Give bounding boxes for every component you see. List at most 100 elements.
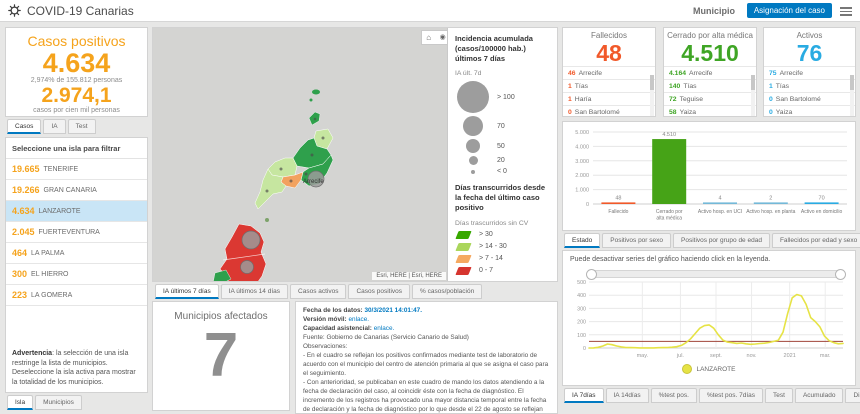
activos-card: Activos 76 75 Arrecife 1 Tías 0 San Bartolo… — [763, 27, 856, 117]
list-item: 1 Tías — [764, 79, 855, 92]
svg-text:48: 48 — [615, 195, 621, 201]
svg-text:Activo en domicilio: Activo en domicilio — [801, 209, 843, 215]
legend-ia-title: Incidencia acumulada (casos/100000 hab.)… — [455, 34, 533, 63]
tab-positivos-edad[interactable]: Positivos por grupo de edad — [673, 233, 770, 248]
observations-label: Observaciones: — [303, 342, 348, 350]
svg-text:1.000: 1.000 — [575, 188, 589, 194]
virus-icon[interactable]: ◉ — [440, 32, 446, 43]
list-item: 58 Yaiza — [664, 105, 756, 116]
svg-text:4.510: 4.510 — [662, 132, 676, 138]
tab-test-pos-7dias[interactable]: %test pos. 7días — [698, 388, 764, 403]
tab-casos-positivos[interactable]: Casos positivos — [348, 284, 411, 299]
list-item: 75 Arrecife — [764, 66, 855, 79]
tab-ia[interactable]: IA — [43, 119, 66, 134]
tab-test-pos[interactable]: %test pos. — [650, 388, 697, 403]
series-legend[interactable]: LANZAROTE — [563, 364, 855, 374]
color-swatch — [455, 254, 472, 263]
tab-fallecidos-edad-sexo[interactable]: Fallecidos por edad y sexo — [771, 233, 860, 248]
tab-casos[interactable]: Casos — [7, 119, 42, 134]
tab-positivos-sexo[interactable]: Positivos por sexo — [602, 233, 671, 248]
app-title: COVID-19 Canarias — [27, 3, 134, 18]
mobile-version-link[interactable]: enlace. — [348, 316, 369, 323]
legend-hint: Puede desactivar series del gráfico haci… — [570, 256, 771, 263]
svg-text:500: 500 — [577, 280, 586, 286]
map-panel[interactable]: Arrecife ⌂ ◉ Esri, HERE | Esri, HERE Inc… — [152, 27, 558, 282]
isla-municipios-tabs: Isla Municipios — [7, 395, 84, 410]
scrollbar[interactable] — [650, 75, 654, 116]
list-item: 0 Yaiza — [764, 105, 855, 116]
tab-ia7dias[interactable]: IA 7días — [564, 388, 604, 403]
svg-text:jul.: jul. — [676, 353, 685, 359]
status-bar-chart-panel: 0 1.000 2.000 3.000 4.000 5.000 48 Fallecido 4.5… — [562, 121, 856, 231]
tab-ia-14-dias[interactable]: IA últimos 14 días — [220, 284, 289, 299]
chart-zoom-scrollbar[interactable] — [586, 269, 846, 280]
svg-text:5.000: 5.000 — [575, 130, 589, 136]
fallecidos-card: Fallecidos 48 46 Arrecife 1 Tías 1 Haría 0S… — [562, 27, 656, 117]
island-filter-panel: Seleccione una isla para filtrar 19.665 … — [5, 137, 148, 393]
island-row-fuerteventura[interactable]: 2.045 FUERTEVENTURA — [6, 222, 147, 243]
island-row-la-gomera[interactable]: 223 LA GOMERA — [6, 285, 147, 306]
municipio-label: Municipio — [693, 5, 735, 16]
data-date-label: Fecha de los datos: — [303, 307, 365, 314]
cerrado-card: Cerrado por alta médica 4.510 4.164 Arrec… — [663, 27, 757, 117]
island-row-gran-canaria[interactable]: 19.266 GRAN CANARIA — [6, 180, 147, 201]
svg-text:alta médica: alta médica — [656, 216, 682, 222]
size-circle — [468, 156, 478, 166]
covid-dashboard: COVID-19 Canarias Municipio Asignación d… — [0, 0, 860, 414]
tab-ia14dias[interactable]: IA 14días — [605, 388, 649, 403]
island-row-el-hierro[interactable]: 300 EL HIERRO — [6, 264, 147, 285]
svg-text:may.: may. — [637, 353, 649, 359]
svg-text:100: 100 — [577, 333, 586, 339]
positive-cases-percent: 2,974% de 155.812 personas — [30, 77, 123, 85]
size-circle — [463, 116, 483, 137]
island-row-tenerife[interactable]: 19.665 TENERIFE — [6, 159, 147, 180]
tab-isla[interactable]: Isla — [7, 395, 34, 410]
svg-text:nov.: nov. — [747, 353, 757, 359]
home-icon[interactable]: ⌂ — [426, 32, 431, 43]
island-row-la-palma[interactable]: 464 LA PALMA — [6, 243, 147, 264]
island-warning: Advertencia: la selección de una isla re… — [12, 350, 136, 386]
state-tabs: Estado Positivos por sexo Positivos por … — [564, 233, 860, 248]
svg-text:Cerrado por: Cerrado por — [656, 209, 683, 215]
scrollbar[interactable] — [751, 75, 755, 116]
size-circle — [466, 139, 480, 154]
svg-text:200: 200 — [577, 320, 586, 326]
tab-test[interactable]: Test — [765, 388, 793, 403]
positive-cases-panel: Casos positivos 4.634 2,974% de 155.812 … — [5, 27, 148, 117]
svg-text:4.000: 4.000 — [575, 144, 589, 150]
scrollbar[interactable] — [850, 75, 854, 116]
tab-municipios[interactable]: Municipios — [35, 395, 82, 410]
list-item: 140 Tías — [664, 79, 756, 92]
tab-estado[interactable]: Estado — [564, 233, 601, 248]
tab-casos-poblacion[interactable]: % casos/población — [412, 284, 483, 299]
data-date-value: 30/3/2021 14:01:47. — [364, 307, 423, 314]
timeline-chart-panel: Puede desactivar series del gráfico haci… — [562, 250, 856, 386]
assign-case-button[interactable]: Asignación del caso — [746, 3, 832, 18]
note: - Con anterioridad, se publicaban en est… — [303, 378, 547, 413]
svg-text:Activo hosp. en UCI: Activo hosp. en UCI — [698, 209, 742, 215]
svg-text:2: 2 — [769, 195, 772, 201]
tab-test[interactable]: Test — [67, 119, 96, 134]
source-line: Fuente: Gobierno de Canarias (Servicio C… — [303, 333, 469, 341]
affected-municipalities-panel: Municipios afectados 7 — [152, 301, 290, 411]
island-row-lanzarote[interactable]: 4.634 LANZAROTE — [6, 201, 147, 222]
map-city-label: Arrecife — [303, 179, 324, 185]
positive-cases-total: 4.634 — [42, 48, 111, 78]
capacity-link[interactable]: enlace. — [374, 325, 395, 332]
tab-ia-7-dias[interactable]: IA últimos 7 días — [155, 284, 219, 299]
virus-icon — [8, 4, 21, 17]
svg-text:4: 4 — [718, 195, 721, 201]
list-item: 4.164 Arrecife — [664, 66, 756, 79]
tab-casos-activos[interactable]: Casos activos — [290, 284, 347, 299]
svg-text:0: 0 — [583, 346, 586, 352]
menu-icon[interactable] — [840, 5, 852, 18]
map-attribution: Esri, HERE | Esri, HERE — [372, 272, 446, 280]
positive-cases-rate: 2.974,1 — [41, 84, 112, 108]
positive-cases-title: Casos positivos — [27, 33, 126, 49]
top-bar: COVID-19 Canarias Municipio Asignación d… — [0, 0, 860, 22]
map-tabs: IA últimos 7 días IA últimos 14 días Cas… — [155, 284, 484, 299]
svg-text:400: 400 — [577, 293, 586, 299]
tab-acumulado[interactable]: Acumulado — [794, 388, 844, 403]
tab-diario[interactable]: Diario — [845, 388, 860, 403]
list-item: 46 Arrecife — [563, 66, 655, 79]
